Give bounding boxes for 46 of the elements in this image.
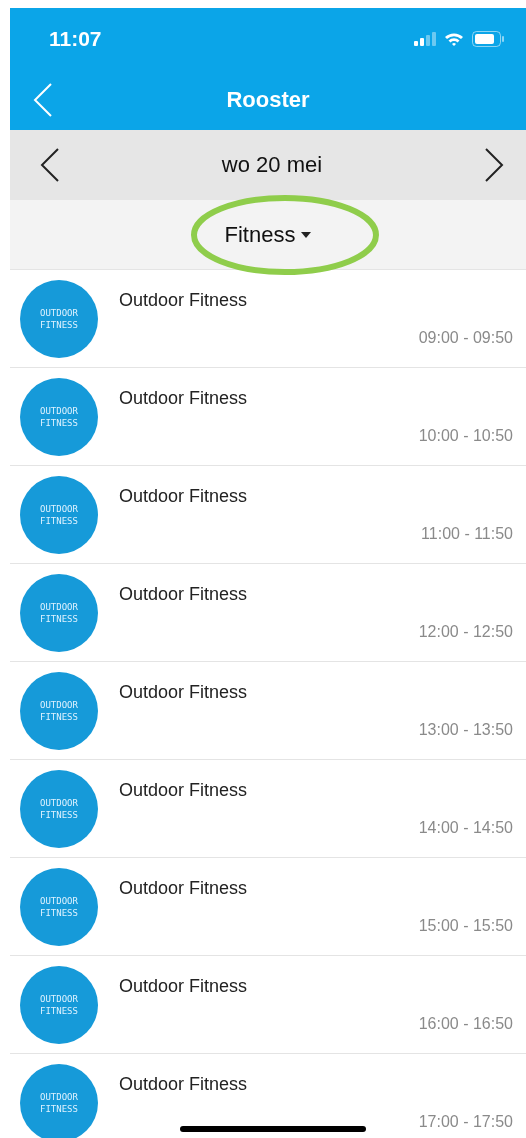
class-title: Outdoor Fitness — [119, 878, 249, 899]
class-title: Outdoor Fitness — [119, 486, 249, 507]
class-row[interactable]: OUTDOOR FITNESS Outdoor Fitness 16:00 - 16:50 — [10, 956, 526, 1054]
class-time: 15:00 - 15:50 — [418, 917, 513, 935]
class-title: Outdoor Fitness — [119, 290, 249, 311]
class-row[interactable]: OUTDOOR FITNESS Outdoor Fitness 10:00 - 10:50 — [10, 368, 526, 466]
class-time: 16:00 - 16:50 — [418, 1015, 513, 1033]
caret-icon — [301, 231, 312, 238]
class-logo: OUTDOOR FITNESS — [20, 377, 98, 456]
class-time: 12:00 - 12:50 — [418, 623, 513, 641]
class-logo: OUTDOOR FITNESS — [20, 279, 98, 358]
class-title: Outdoor Fitness — [119, 388, 249, 409]
class-row[interactable]: OUTDOOR FITNESS Outdoor Fitness 15:00 - 15:50 — [10, 858, 526, 956]
previous-day-icon[interactable] — [40, 147, 60, 183]
class-logo: OUTDOOR FITNESS — [20, 769, 98, 848]
date-label: wo 20 mei — [221, 152, 323, 178]
class-time: 10:00 - 10:50 — [418, 427, 513, 445]
class-logo: OUTDOOR FITNESS — [20, 1063, 98, 1138]
class-time: 14:00 - 14:50 — [418, 819, 513, 837]
class-time: 09:00 - 09:50 — [418, 329, 513, 347]
class-logo: OUTDOOR FITNESS — [20, 867, 98, 946]
class-row[interactable]: OUTDOOR FITNESS Outdoor Fitness 11:00 - 11:50 — [10, 466, 526, 564]
class-row[interactable]: OUTDOOR FITNESS Outdoor Fitness 09:00 - 09:50 — [10, 270, 526, 368]
status-time: 11:07 — [49, 27, 102, 51]
class-row[interactable]: OUTDOOR FITNESS Outdoor Fitness 13:00 - 13:50 — [10, 662, 526, 760]
nav-title: Rooster — [226, 87, 310, 113]
category-dropdown[interactable]: Fitness — [224, 221, 312, 248]
class-row[interactable]: OUTDOOR FITNESS Outdoor Fitness 14:00 - 14:50 — [10, 760, 526, 858]
class-time: 13:00 - 13:50 — [418, 721, 513, 739]
class-logo: OUTDOOR FITNESS — [20, 475, 98, 554]
class-title: Outdoor Fitness — [119, 780, 249, 801]
class-logo: OUTDOOR FITNESS — [20, 573, 98, 652]
back-icon[interactable] — [33, 82, 53, 118]
signal-icon — [414, 32, 436, 46]
class-title: Outdoor Fitness — [119, 584, 249, 605]
class-title: Outdoor Fitness — [119, 976, 249, 997]
battery-icon — [472, 31, 504, 47]
wifi-icon — [444, 32, 464, 46]
class-logo: OUTDOOR FITNESS — [20, 965, 98, 1044]
class-time: 17:00 - 17:50 — [418, 1113, 513, 1131]
class-logo: OUTDOOR FITNESS — [20, 671, 98, 750]
class-row[interactable]: OUTDOOR FITNESS Outdoor Fitness 12:00 - 12:50 — [10, 564, 526, 662]
class-title: Outdoor Fitness — [119, 682, 249, 703]
class-time: 11:00 - 11:50 — [421, 525, 513, 543]
next-day-icon[interactable] — [484, 147, 504, 183]
class-title: Outdoor Fitness — [119, 1074, 249, 1095]
